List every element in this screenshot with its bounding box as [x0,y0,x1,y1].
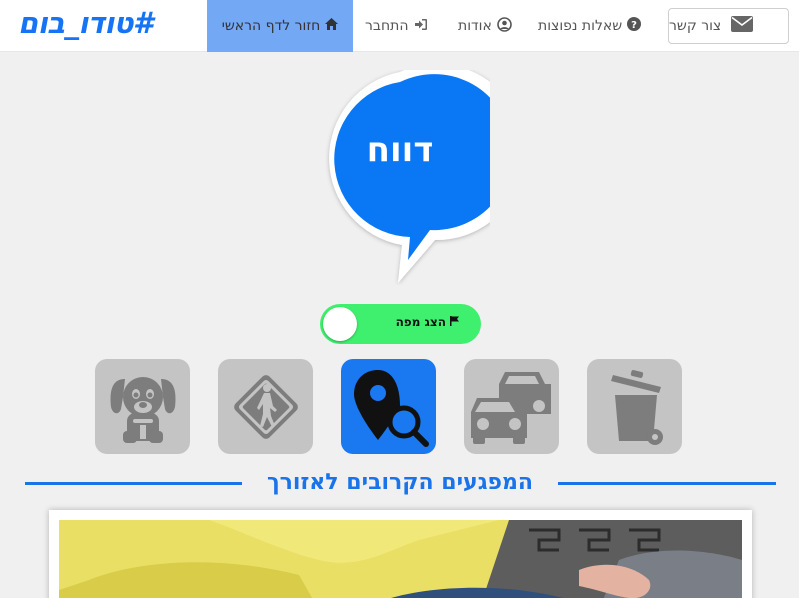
nav-about-link[interactable]: אודות [458,0,512,52]
nav-home-link[interactable]: חזור לדף הראשי [207,0,353,52]
toggle-knob [323,307,357,341]
navbar: #טודו_בום חזור לדף הראשי התחבר אודות ? ש… [0,0,799,52]
section-divider-left [25,482,242,485]
nav-about-label: אודות [458,18,492,34]
nav-login-link[interactable]: התחבר [365,0,428,52]
contact-label: צור קשר [669,18,722,34]
traffic-cars-icon [470,371,551,444]
show-map-label: הצג מפה [395,315,446,329]
nav-login-label: התחבר [365,18,409,34]
speech-bubble-icon [329,64,525,283]
contact-button[interactable]: צור קשר [668,8,789,44]
svg-text:?: ? [631,20,637,31]
toggle-label: הצג מפה [396,315,459,329]
user-circle-icon [497,16,512,36]
map-pin-search-icon [353,369,429,447]
dog-icon [110,376,175,443]
hazard-photo [59,520,742,598]
nav-faq-label: שאלות נפוצות [538,18,623,34]
report-bubble-button[interactable]: דווח [310,64,525,285]
flag-icon [450,315,459,329]
show-map-toggle[interactable]: הצג מפה [320,304,481,344]
category-traffic-button[interactable] [464,359,559,454]
category-location-search-button[interactable] [341,359,436,454]
hazard-card[interactable] [49,510,752,598]
section-title: המפגעים הקרובים לאזורך [266,470,534,495]
trash-bin-icon [610,369,663,445]
pedestrian-sign-icon [233,374,298,439]
category-trash-button[interactable] [587,359,682,454]
category-pedestrian-button[interactable] [218,359,313,454]
question-circle-icon: ? [627,17,642,35]
home-icon [325,18,339,34]
section-divider-right [558,482,776,485]
category-animal-button[interactable] [95,359,190,454]
site-logo[interactable]: #טודו_בום [18,6,153,40]
sign-in-icon [414,18,428,35]
nav-faq-link[interactable]: ? שאלות נפוצות [538,0,642,52]
report-label: דווח [366,130,434,170]
envelope-icon [731,16,754,36]
nav-home-label: חזור לדף הראשי [221,18,321,34]
